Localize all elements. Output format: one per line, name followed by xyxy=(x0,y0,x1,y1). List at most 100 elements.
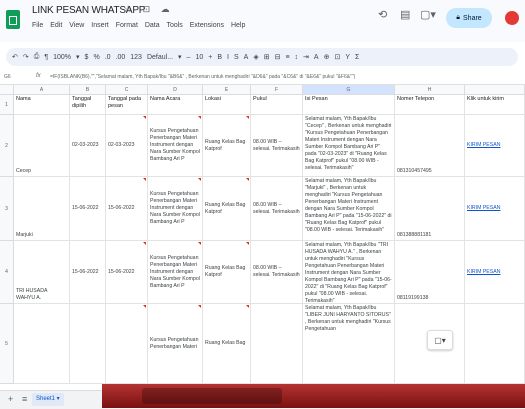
toolbar-item[interactable]: ↶ xyxy=(12,53,18,61)
table-cell[interactable]: Ruang Kelas Bag Katprof xyxy=(203,241,251,304)
header-cell[interactable]: Klik untuk kirim xyxy=(465,95,525,115)
send-message-link[interactable]: KIRIM PESAN xyxy=(465,115,525,177)
table-cell[interactable]: 15-06-2022 xyxy=(70,241,106,304)
table-cell[interactable] xyxy=(106,304,148,384)
toolbar-item[interactable]: .00 xyxy=(116,54,126,61)
table-cell[interactable]: Ruang Kelas Bag xyxy=(203,304,251,384)
title-actions[interactable]: ☆ ⊡ ☁ xyxy=(124,4,174,15)
send-message-link[interactable] xyxy=(465,304,525,384)
table-cell[interactable]: Selamat malam, Yth Bapak/Ibu "LIBER JUNI… xyxy=(303,304,395,384)
table-cell[interactable]: 08.00 WIB – selesai. Terimakasih xyxy=(251,177,303,241)
toolbar-item[interactable]: Y xyxy=(345,54,350,61)
add-sheet-icon[interactable]: + xyxy=(8,394,13,404)
column-header-h[interactable]: H xyxy=(395,85,465,95)
toolbar-item[interactable]: ⊞ xyxy=(264,53,270,61)
row-header[interactable]: 4 xyxy=(0,241,14,304)
table-cell[interactable]: Ruang Kelas Bag Katprof xyxy=(203,115,251,177)
all-sheets-icon[interactable]: ≡ xyxy=(22,394,27,404)
sheets-logo-icon[interactable] xyxy=(6,10,20,29)
menu-format[interactable]: Format xyxy=(116,22,138,29)
table-cell[interactable]: Cecep xyxy=(14,115,70,177)
header-cell[interactable]: Pukul xyxy=(251,95,303,115)
sheet-tab[interactable]: Sheet1 ▾ xyxy=(32,393,64,406)
menu-tools[interactable]: Tools xyxy=(166,22,182,29)
row-header[interactable]: 1 xyxy=(0,95,14,115)
toolbar-item[interactable]: % xyxy=(93,54,99,61)
menu-file[interactable]: File xyxy=(32,22,43,29)
table-cell[interactable]: 15-06-2022 xyxy=(70,177,106,241)
select-all-corner[interactable] xyxy=(0,85,14,95)
table-cell[interactable]: TRI HUSADA WAHYU A. xyxy=(14,241,70,304)
share-button[interactable]: 🔒︎ Share xyxy=(446,8,492,28)
meet-icon[interactable]: ▢▾ xyxy=(420,8,436,21)
history-icon[interactable]: ⟲ xyxy=(378,8,387,21)
column-header-e[interactable]: E xyxy=(203,85,251,95)
table-cell[interactable] xyxy=(70,304,106,384)
row-header[interactable]: 2 xyxy=(0,115,14,177)
table-cell[interactable]: 081310457495 xyxy=(395,115,465,177)
column-header-d[interactable]: D xyxy=(148,85,203,95)
toolbar-item[interactable]: ↕ xyxy=(295,54,299,61)
column-header-i[interactable] xyxy=(465,85,525,95)
table-cell[interactable]: Marjuki xyxy=(14,177,70,241)
comment-icon[interactable]: ▤ xyxy=(400,8,410,21)
row-header[interactable]: 3 xyxy=(0,177,14,241)
menu-insert[interactable]: Insert xyxy=(91,22,109,29)
table-cell[interactable] xyxy=(14,304,70,384)
column-header-a[interactable]: A xyxy=(14,85,70,95)
toolbar-item[interactable]: 123 xyxy=(130,54,142,61)
toolbar-item[interactable]: I xyxy=(227,54,229,61)
toolbar-item[interactable]: ◈ xyxy=(253,53,258,61)
header-cell[interactable]: Nama Acara xyxy=(148,95,203,115)
row-header[interactable]: 5 xyxy=(0,304,14,384)
table-cell[interactable]: Ruang Kelas Bag Katprof xyxy=(203,177,251,241)
toolbar-item[interactable]: A xyxy=(314,54,319,61)
toolbar-item[interactable]: – xyxy=(187,54,191,61)
send-message-link[interactable]: KIRIM PESAN xyxy=(465,177,525,241)
menu-extensions[interactable]: Extensions xyxy=(190,22,224,29)
header-cell[interactable]: Lokasi xyxy=(203,95,251,115)
column-header-g[interactable]: G xyxy=(303,85,395,95)
toolbar-item[interactable]: ⊟ xyxy=(275,53,281,61)
toolbar-item[interactable]: $ xyxy=(85,54,89,61)
toolbar-item[interactable]: ↷ xyxy=(23,53,29,61)
menu-help[interactable]: Help xyxy=(231,22,245,29)
formula-input[interactable]: =IF(ISBLANK(B6),"","Selamat malam, Yth B… xyxy=(50,74,355,80)
table-cell[interactable]: 15-06-2022 xyxy=(106,241,148,304)
table-cell[interactable]: Selamat malam, Yth Bapak/Ibu "Cecep" , B… xyxy=(303,115,395,177)
column-header-c[interactable]: C xyxy=(106,85,148,95)
avatar[interactable] xyxy=(505,11,519,25)
table-cell[interactable]: 15-06-2022 xyxy=(106,177,148,241)
toolbar-item[interactable]: .0 xyxy=(105,54,111,61)
smart-fill-icon[interactable]: ▢▾ xyxy=(427,330,453,350)
menu-data[interactable]: Data xyxy=(145,22,160,29)
toolbar-item[interactable]: ⊡ xyxy=(334,53,340,61)
header-cell[interactable]: Tanggal dipilih xyxy=(70,95,106,115)
table-cell[interactable]: 08.00 WIB – selesai. Terimakasih xyxy=(251,241,303,304)
toolbar-item[interactable]: Defaul... xyxy=(147,54,173,61)
table-cell[interactable]: 02-03-2023 xyxy=(106,115,148,177)
cell-reference[interactable]: G6 xyxy=(4,74,11,80)
toolbar-item[interactable]: + xyxy=(208,54,212,61)
header-cell[interactable]: Nama xyxy=(14,95,70,115)
toolbar-item[interactable]: S xyxy=(234,54,239,61)
toolbar-item[interactable]: 100% xyxy=(53,54,71,61)
toolbar-item[interactable]: ⎙ xyxy=(34,53,40,61)
table-cell[interactable]: 081388881181 xyxy=(395,177,465,241)
toolbar-item[interactable]: ▾ xyxy=(178,53,182,61)
toolbar-item[interactable]: ⊕ xyxy=(324,53,330,61)
send-message-link[interactable]: KIRIM PESAN xyxy=(465,241,525,304)
toolbar-item[interactable]: ¶ xyxy=(44,54,48,61)
toolbar-item[interactable]: ▾ xyxy=(76,53,80,61)
toolbar-item[interactable]: Σ xyxy=(355,54,359,61)
table-cell[interactable]: Selamat malam, Yth Bapak/Ibu "Marjuki" ,… xyxy=(303,177,395,241)
column-header-b[interactable]: B xyxy=(70,85,106,95)
table-cell[interactable] xyxy=(251,304,303,384)
toolbar-item[interactable]: ⇥ xyxy=(303,53,309,61)
table-cell[interactable]: 02-03-2023 xyxy=(70,115,106,177)
table-cell[interactable]: 08.00 WIB – selesai. Terimakasih xyxy=(251,115,303,177)
header-cell[interactable]: Nomer Telepon xyxy=(395,95,465,115)
toolbar-item[interactable]: B xyxy=(217,54,222,61)
table-cell[interactable]: Kursus Pengetahuan Penerbangan Materi In… xyxy=(148,115,203,177)
table-cell[interactable]: 08119199138 xyxy=(395,241,465,304)
